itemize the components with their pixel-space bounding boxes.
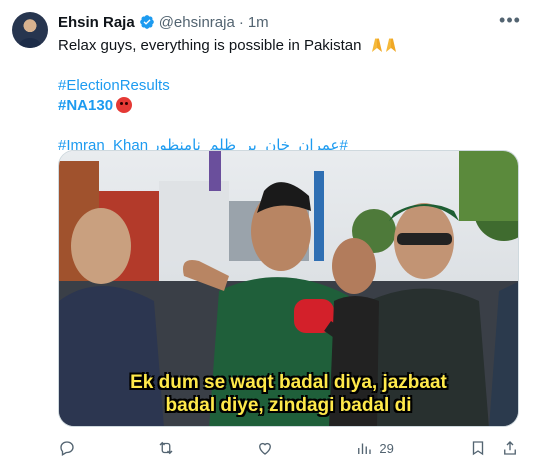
like-button[interactable] [256, 439, 280, 457]
tweet-text-line1: Relax guys, everything is possible in Pa… [58, 36, 518, 56]
retweet-icon [159, 441, 173, 455]
angry-face-icon [116, 97, 133, 113]
retweet-button[interactable] [157, 439, 181, 457]
tweet-time[interactable]: 1m [248, 14, 269, 31]
bookmark-icon[interactable] [469, 439, 487, 457]
views-button[interactable]: 29 [355, 439, 394, 457]
hashtag-electionresults[interactable]: #ElectionResults [58, 77, 170, 94]
verified-icon [139, 15, 154, 29]
tweet-header: Ehsin Raja @ehsinraja · 1m [58, 12, 269, 32]
views-count: 29 [379, 440, 394, 456]
tweet-actions: 29 [58, 437, 519, 459]
share-icon[interactable] [501, 439, 519, 457]
hashtag-na130[interactable]: #NA130 [58, 97, 113, 114]
views-icon [358, 443, 372, 454]
video-caption: Ek dum se waqt badal diya, jazbaat badal… [59, 371, 518, 417]
tweet-text: Relax guys, everything is possible in Pa… [58, 36, 518, 156]
pray-emoji-icon [371, 38, 396, 52]
video-caption-line2: badal diye, zindagi badal di [165, 395, 412, 416]
video-player[interactable]: Ek dum se waqt badal diya, jazbaat badal… [58, 150, 519, 427]
author-handle[interactable]: @ehsinraja [159, 14, 235, 31]
video-caption-line1: Ek dum se waqt badal diya, jazbaat [130, 372, 447, 393]
header-separator: · [238, 13, 244, 31]
like-icon [259, 442, 272, 455]
more-icon[interactable]: ••• [499, 11, 521, 33]
reply-icon [60, 441, 74, 456]
author-name[interactable]: Ehsin Raja [58, 14, 135, 31]
author-avatar[interactable] [12, 12, 48, 48]
tweet-sentence: Relax guys, everything is possible in Pa… [58, 37, 362, 54]
reply-button[interactable] [58, 439, 82, 457]
secondary-actions [469, 439, 519, 457]
